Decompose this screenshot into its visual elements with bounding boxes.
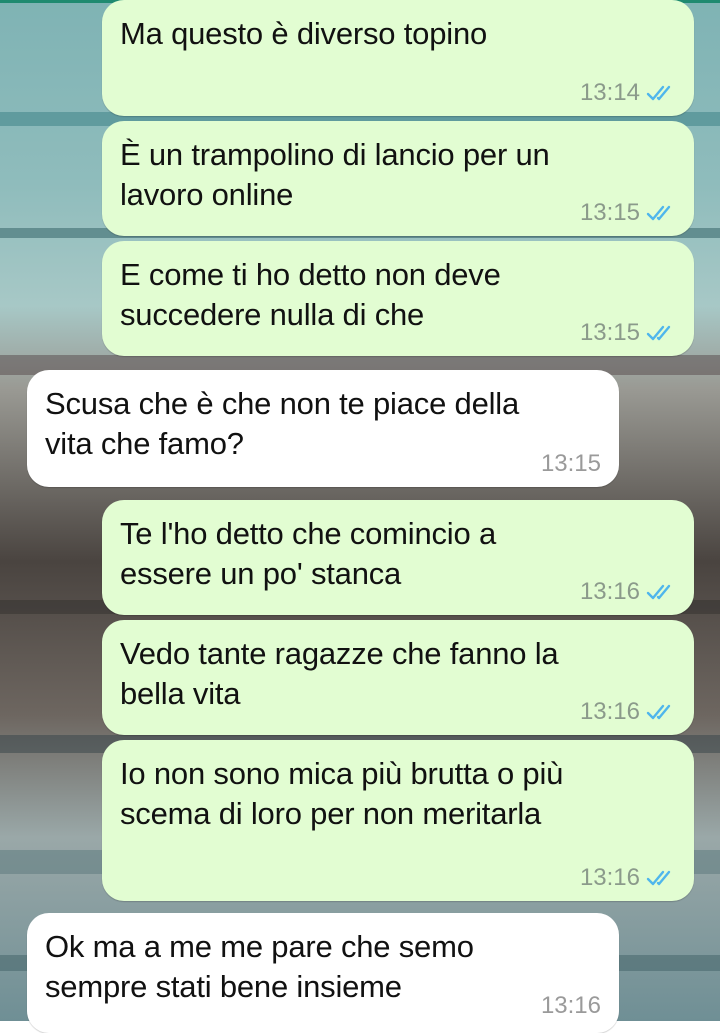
message-meta: 13:16 bbox=[541, 993, 601, 1019]
message-bubble-outgoing[interactable]: Te l'ho detto che comincio a essere un p… bbox=[102, 500, 694, 615]
message-time: 13:16 bbox=[579, 698, 640, 725]
double-check-read-icon bbox=[646, 323, 676, 343]
message-time: 13:15 bbox=[540, 450, 601, 477]
double-check-read-icon bbox=[646, 582, 676, 602]
message-meta: 13:15 bbox=[580, 320, 676, 346]
message-meta: 13:16 bbox=[580, 865, 676, 891]
message-bubble-outgoing[interactable]: E come ti ho detto non deve succedere nu… bbox=[102, 241, 694, 356]
message-time: 13:14 bbox=[579, 79, 640, 106]
message-list[interactable]: Ma questo è diverso topino 13:14 È un tr… bbox=[0, 0, 720, 1033]
message-text: Ma questo è diverso topino bbox=[120, 16, 488, 51]
message-bubble-incoming[interactable]: Scusa che è che non te piace della vita … bbox=[27, 370, 619, 487]
message-meta: 13:15 bbox=[580, 200, 676, 226]
double-check-read-icon bbox=[646, 868, 676, 888]
double-check-read-icon bbox=[646, 83, 676, 103]
message-meta: 13:16 bbox=[580, 579, 676, 605]
message-meta: 13:14 bbox=[580, 80, 676, 106]
message-text: Io non sono mica più brutta o più scema … bbox=[120, 756, 564, 831]
message-bubble-outgoing[interactable]: È un trampolino di lancio per un lavoro … bbox=[102, 121, 694, 236]
message-meta: 13:16 bbox=[580, 699, 676, 725]
message-time: 13:15 bbox=[579, 319, 640, 346]
message-bubble-outgoing[interactable]: Io non sono mica più brutta o più scema … bbox=[102, 740, 694, 901]
message-time: 13:16 bbox=[540, 992, 601, 1019]
double-check-read-icon bbox=[646, 203, 676, 223]
message-bubble-outgoing[interactable]: Vedo tante ragazze che fanno la bella vi… bbox=[102, 620, 694, 735]
message-meta: 13:15 bbox=[541, 451, 601, 477]
message-text: Scusa che è che non te piace della vita … bbox=[45, 386, 520, 461]
message-time: 13:16 bbox=[579, 578, 640, 605]
message-bubble-outgoing[interactable]: Ma questo è diverso topino 13:14 bbox=[102, 0, 694, 116]
message-bubble-incoming[interactable]: Ok ma a me me pare che semo sempre stati… bbox=[27, 913, 619, 1033]
message-text: Ok ma a me me pare che semo sempre stati… bbox=[45, 929, 474, 1004]
double-check-read-icon bbox=[646, 702, 676, 722]
message-time: 13:16 bbox=[579, 864, 640, 891]
message-time: 13:15 bbox=[579, 199, 640, 226]
